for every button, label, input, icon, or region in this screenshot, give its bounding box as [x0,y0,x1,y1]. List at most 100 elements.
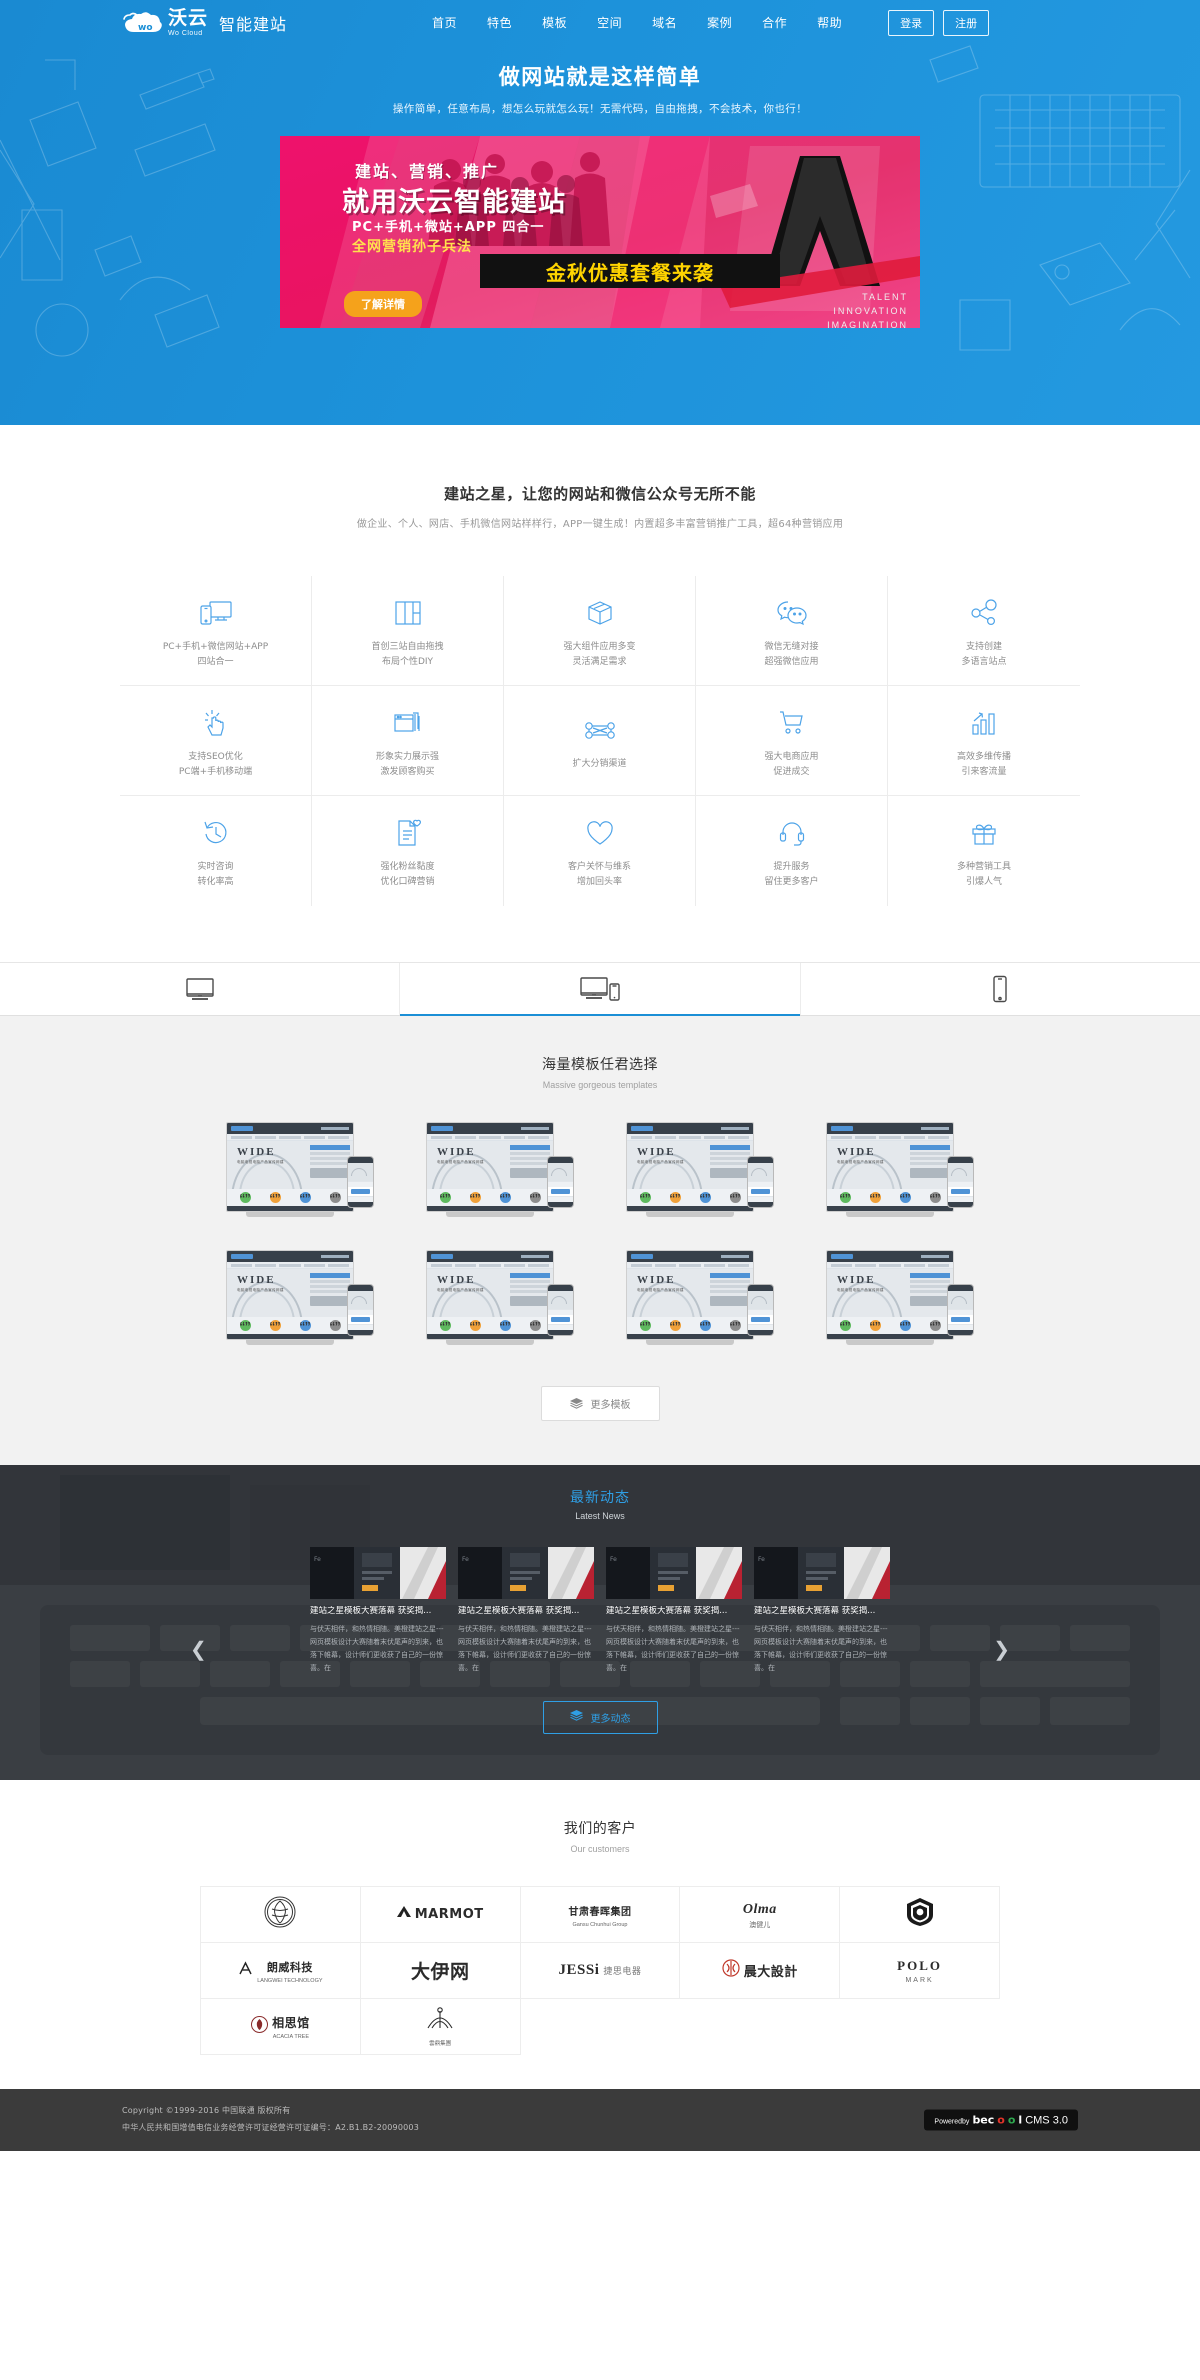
news-item[interactable]: Fe 建站之星模板大赛落幕 获奖揭... 与伏天相伴，和热情相随。美橙建站之星-… [754,1547,890,1675]
banner-eng-imagination: IMAGINATION [827,320,908,328]
customer-logo[interactable]: 甘肃春晖集团 Gansu Chunhui Group [520,1887,681,1943]
template-mobile-preview [347,1284,374,1336]
template-mobile-preview [547,1156,574,1208]
more-news-button[interactable]: 更多动态 [542,1700,658,1734]
template-card[interactable]: WIDE 电脑电视电脑产品宣传网建 [820,1250,980,1352]
template-card[interactable]: WIDE 电脑电视电脑产品宣传网建 [620,1250,780,1352]
news-item-excerpt: 与伏天相伴，和热情相随。美橙建站之星---网页模板设计大赛随着末伏尾声的到来，也… [458,1625,592,1672]
powered-by-badge[interactable]: Poweredby bec o o l CMS 3.0 [924,2109,1078,2131]
customer-logo[interactable]: 雲鼎集團 [360,1999,521,2055]
promo-banner[interactable]: 建站、营销、推广 就用沃云智能建站 PC+手机+微站+APP 四合一 全网营销孙… [280,136,920,328]
footer-license: 中华人民共和国增值电信业务经营许可证经营许可证编号：A2.B1.B2-20090… [122,2123,420,2132]
feature-label-line2: 引来客流量 [961,766,1007,777]
preview-caption: 电脑电视电脑产品宣传网建 [837,1160,884,1164]
template-desktop-preview: WIDE 电脑电视电脑产品宣传网建 [626,1122,754,1212]
templates-section: 海量模板任君选择 Massive gorgeous templates WIDE… [0,1016,1200,1465]
preview-caption: 电脑电视电脑产品宣传网建 [237,1160,284,1164]
share-icon [970,596,998,630]
feature-item[interactable]: 形象实力展示强 激发顾客购买 [312,686,504,796]
customer-logo[interactable] [201,1887,361,1943]
preview-caption: 电脑电视电脑产品宣传网建 [437,1160,484,1164]
news-item-title: 建站之星模板大赛落幕 获奖揭... [606,1606,728,1616]
preview-caption: 电脑电视电脑产品宣传网建 [437,1288,484,1292]
banner-eng-innovation: INNOVATION [833,306,908,316]
tab-responsive[interactable] [399,963,800,1016]
feature-item[interactable]: 扩大分销渠道 [504,686,696,796]
feature-item[interactable]: 首创三站自由拖拽 布局个性DIY [312,576,504,686]
feature-item[interactable]: 强大电商应用 促进成交 [696,686,888,796]
document-icon [395,816,421,850]
template-card[interactable]: WIDE 电脑电视电脑产品宣传网建 [220,1250,380,1352]
feature-item[interactable]: 强大组件应用多变 灵活满足需求 [504,576,696,686]
powered-cms-version: CMS 3.0 [1025,2114,1068,2127]
nav-item-partners[interactable]: 合作 [762,14,787,31]
preview-nav [227,1134,353,1141]
login-button[interactable]: 登录 [888,9,935,36]
template-card[interactable]: WIDE 电脑电视电脑产品宣传网建 [620,1122,780,1224]
nav-item-domains[interactable]: 域名 [652,14,677,31]
feature-item[interactable]: 高效多维传播 引来客流量 [888,686,1080,796]
powered-brand-part1: bec [972,2113,995,2127]
template-card[interactable]: WIDE 电脑电视电脑产品宣传网建 [420,1250,580,1352]
desktop-mobile-icon [579,976,621,1002]
template-card[interactable]: WIDE 电脑电视电脑产品宣传网建 [420,1122,580,1224]
customer-logo[interactable]: 相思馆 ACACIA TREE [201,1999,361,2055]
nav-item-cases[interactable]: 案例 [707,14,732,31]
feature-label-line2: 多语言站点 [961,656,1007,667]
template-desktop-preview: WIDE 电脑电视电脑产品宣传网建 [626,1250,754,1340]
feature-item[interactable]: 支持SEO优化 PC端+手机移动端 [120,686,312,796]
customer-logo[interactable]: POLO MARK [840,1943,1000,1999]
news-item-title: 建站之星模板大赛落幕 获奖揭... [458,1606,580,1616]
polo-logo-text: POLO [897,1958,943,1973]
customer-logo[interactable]: 朗威科技 LANGWEI TECHNOLOGY [201,1943,361,1999]
feature-item[interactable]: 微信无缝对接 超强微信应用 [696,576,888,686]
nav-item-home[interactable]: 首页 [432,14,457,31]
customer-logo[interactable]: 晨大設計 [680,1943,841,1999]
news-prev-arrow[interactable]: ❮ [190,1637,207,1662]
network-icon [584,713,616,747]
features-subtitle: 做企业、个人、网店、手机微信网站样样行，APP一键生成！内置超多丰富营销推广工具… [356,519,844,530]
olma-logo-text: Olma [742,1901,777,1917]
template-card[interactable]: WIDE 电脑电视电脑产品宣传网建 [220,1122,380,1224]
nav-item-templates[interactable]: 模板 [542,14,567,31]
hero-section: wo 沃云 Wo Cloud 智能建站 首页 特色 模板 空间 域名 案例 合作… [0,0,1200,425]
customer-logo[interactable]: Olma 澳健儿 [680,1887,841,1943]
customer-logo[interactable]: JESSi 捷思电器 [520,1943,681,1999]
template-card[interactable]: WIDE 电脑电视电脑产品宣传网建 [820,1122,980,1224]
feature-label-line2: 超强微信应用 [764,656,819,667]
feature-label-line1: 高效多维传播 [956,751,1011,762]
feature-item[interactable]: 支持创建 多语言站点 [888,576,1080,686]
news-item[interactable]: Fe 建站之星模板大赛落幕 获奖揭... 与伏天相伴，和热情相随。美橙建站之星-… [458,1547,594,1675]
customer-logo[interactable]: MARMOT [360,1887,521,1943]
feature-item[interactable]: 客户关怀与维系 增加回头率 [504,796,696,906]
feature-item[interactable]: 提升服务 留住更多客户 [696,796,888,906]
tab-desktop[interactable] [0,963,400,1015]
preview-caption: 电脑电视电脑产品宣传网建 [837,1288,884,1292]
template-mobile-preview [747,1284,774,1336]
feature-item[interactable]: PC+手机+微信网站+APP 四站合一 [120,576,312,686]
feature-item[interactable]: 多种营销工具 引爆人气 [888,796,1080,906]
banner-cta-button[interactable]: 了解详情 [344,291,422,317]
feature-item[interactable]: 强化粉丝黏度 优化口碑营销 [312,796,504,906]
tab-mobile[interactable] [799,963,1200,1015]
features-section: 建站之星，让您的网站和微信公众号无所不能 做企业、个人、网店、手机微信网站样样行… [0,425,1200,906]
news-item[interactable]: Fe 建站之星模板大赛落幕 获奖揭... 与伏天相伴，和热情相随。美橙建站之星-… [606,1547,742,1675]
customer-logo[interactable] [840,1887,1000,1943]
brand-logo[interactable]: wo 沃云 Wo Cloud 智能建站 [122,8,287,37]
feature-item[interactable]: 实时咨询 转化率高 [120,796,312,906]
powered-by-label: Poweredby [934,2118,970,2126]
layout-icon [394,596,422,630]
feature-label-line1: 强化粉丝黏度 [380,862,435,873]
nav-item-help[interactable]: 帮助 [817,14,842,31]
mobile-icon [992,975,1008,1003]
news-item[interactable]: Fe 建站之星模板大赛落幕 获奖揭... 与伏天相伴，和热情相随。美橙建站之星-… [310,1547,446,1675]
register-button[interactable]: 注册 [943,9,990,36]
features-grid: PC+手机+微信网站+APP 四站合一 首创三站自由拖拽 布局个性DIY 强大组件应… [120,576,1080,906]
nav-item-hosting[interactable]: 空间 [597,14,622,31]
feature-label-line1: 首创三站自由拖拽 [371,641,444,652]
nav-item-features[interactable]: 特色 [487,14,512,31]
news-next-arrow[interactable]: ❯ [993,1637,1010,1662]
more-templates-button[interactable]: 更多模板 [540,1386,660,1421]
customer-logo[interactable]: 大伊网 [360,1943,521,1999]
windows-icon [393,706,423,740]
